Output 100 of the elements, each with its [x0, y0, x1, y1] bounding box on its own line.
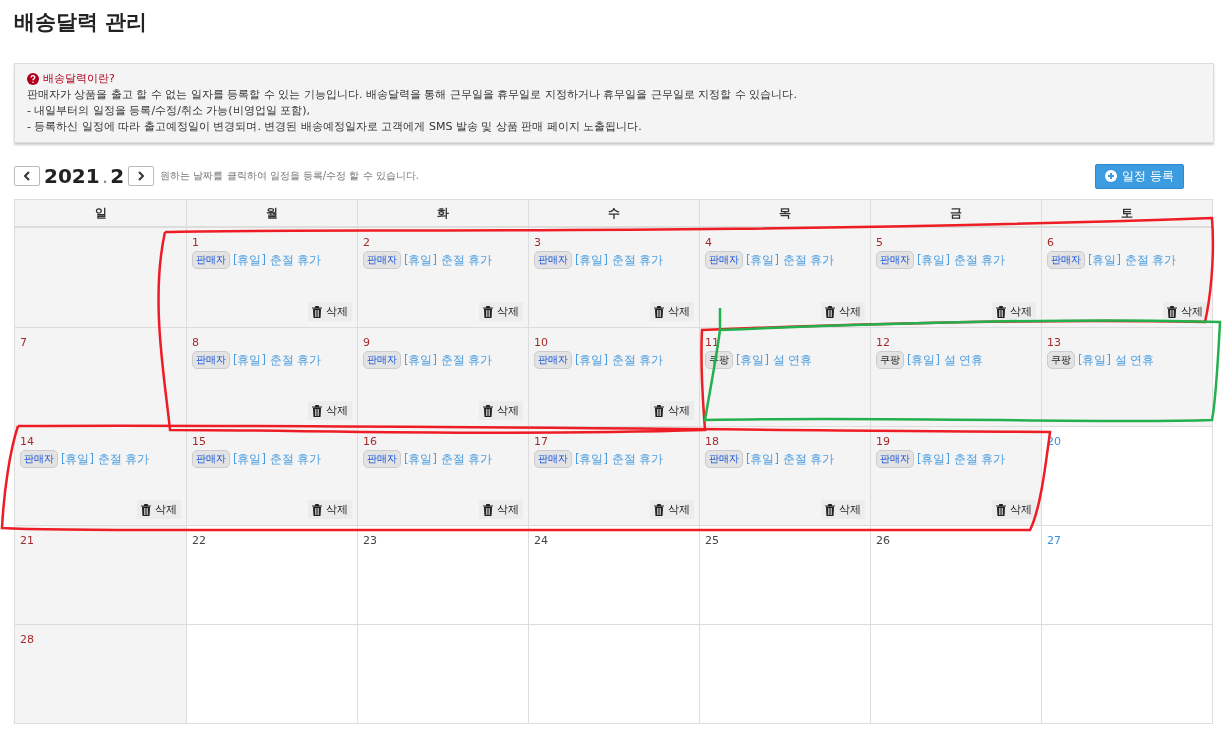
source-tag: 판매자: [534, 351, 572, 369]
weekday-header: 토: [1041, 200, 1212, 226]
day-cell[interactable]: 17 판매자 [휴일] 춘절 휴가 삭제: [528, 426, 699, 525]
day-cell[interactable]: 5 판매자 [휴일] 춘절 휴가 삭제: [870, 228, 1041, 327]
day-cell[interactable]: 12 쿠팡 [휴일] 설 연휴: [870, 327, 1041, 426]
weekday-header: 수: [528, 200, 699, 226]
day-cell[interactable]: 19 판매자 [휴일] 춘절 휴가 삭제: [870, 426, 1041, 525]
day-number: 21: [20, 534, 34, 547]
day-number: 5: [876, 236, 883, 249]
delete-button[interactable]: 삭제: [650, 302, 694, 321]
day-cell[interactable]: [1041, 624, 1212, 723]
source-tag: 판매자: [876, 450, 914, 468]
day-number: 24: [534, 534, 548, 547]
day-number: 28: [20, 633, 34, 646]
trash-icon: [312, 404, 322, 417]
delete-button[interactable]: 삭제: [479, 302, 523, 321]
day-cell[interactable]: [357, 624, 528, 723]
day-cell[interactable]: [186, 624, 357, 723]
delete-button[interactable]: 삭제: [308, 302, 352, 321]
day-number: 12: [876, 336, 890, 349]
trash-icon: [483, 404, 493, 417]
day-cell[interactable]: 26: [870, 525, 1041, 624]
day-cell[interactable]: 13 쿠팡 [휴일] 설 연휴: [1041, 327, 1212, 426]
source-tag: 판매자: [363, 251, 401, 269]
trash-icon: [312, 503, 322, 516]
day-number: 3: [534, 236, 541, 249]
day-cell[interactable]: 21: [15, 525, 186, 624]
day-number: 4: [705, 236, 712, 249]
day-number: 18: [705, 435, 719, 448]
trash-icon: [141, 503, 151, 516]
source-tag: 판매자: [534, 251, 572, 269]
delete-button[interactable]: 삭제: [308, 500, 352, 519]
info-text: - 등록하신 일정에 따라 출고예정일이 변경되며. 변경된 배송예정일자로 고객에게 SMS 발송 및 상품 판매 페이지 노출됩니다.: [27, 119, 643, 135]
trash-icon: [654, 305, 664, 318]
day-cell[interactable]: 1 판매자 [휴일] 춘절 휴가 삭제: [186, 228, 357, 327]
day-number: 26: [876, 534, 890, 547]
day-cell[interactable]: 3 판매자 [휴일] 춘절 휴가 삭제: [528, 228, 699, 327]
day-cell[interactable]: [528, 624, 699, 723]
trash-icon: [483, 503, 493, 516]
day-cell[interactable]: 7: [15, 327, 186, 426]
source-tag: 판매자: [192, 450, 230, 468]
month-label: 2021.2: [44, 164, 125, 188]
source-tag: 판매자: [363, 351, 401, 369]
day-cell[interactable]: 28: [15, 624, 186, 723]
day-number: 11: [705, 336, 719, 349]
source-tag: 판매자: [363, 450, 401, 468]
day-number: 14: [20, 435, 34, 448]
delete-button[interactable]: 삭제: [308, 401, 352, 420]
day-number: 23: [363, 534, 377, 547]
delete-button[interactable]: 삭제: [479, 500, 523, 519]
source-tag: 판매자: [1047, 251, 1085, 269]
plus-icon: [1105, 170, 1118, 182]
delete-button[interactable]: 삭제: [479, 401, 523, 420]
day-cell[interactable]: 24: [528, 525, 699, 624]
delete-button[interactable]: 삭제: [821, 500, 865, 519]
info-text: - 내일부터의 일정을 등록/수정/취소 가능(비영업일 포함),: [27, 103, 311, 119]
day-number: 8: [192, 336, 199, 349]
day-cell[interactable]: 22: [186, 525, 357, 624]
trash-icon: [1167, 305, 1177, 318]
day-cell[interactable]: 25: [699, 525, 870, 624]
chevron-right-icon: [136, 171, 147, 181]
delete-button[interactable]: 삭제: [650, 401, 694, 420]
day-cell[interactable]: [870, 624, 1041, 723]
day-cell[interactable]: 8 판매자 [휴일] 춘절 휴가 삭제: [186, 327, 357, 426]
source-tag: 판매자: [534, 450, 572, 468]
day-cell[interactable]: [15, 228, 186, 327]
day-cell[interactable]: 6 판매자 [휴일] 춘절 휴가 삭제: [1041, 228, 1212, 327]
weekday-header: 목: [699, 200, 870, 226]
delete-button[interactable]: 삭제: [650, 500, 694, 519]
delete-button[interactable]: 삭제: [137, 500, 181, 519]
day-cell[interactable]: [699, 624, 870, 723]
trash-icon: [312, 305, 322, 318]
day-cell[interactable]: 4 판매자 [휴일] 춘절 휴가 삭제: [699, 228, 870, 327]
source-tag: 쿠팡: [876, 351, 904, 369]
next-month-button[interactable]: [128, 166, 155, 186]
day-cell[interactable]: 2 판매자 [휴일] 춘절 휴가 삭제: [357, 228, 528, 327]
day-cell[interactable]: 23: [357, 525, 528, 624]
source-tag: 판매자: [192, 251, 230, 269]
day-cell[interactable]: 15 판매자 [휴일] 춘절 휴가 삭제: [186, 426, 357, 525]
previous-month-button[interactable]: [14, 166, 40, 186]
weekday-header: 금: [870, 200, 1041, 226]
day-cell[interactable]: 18 판매자 [휴일] 춘절 휴가 삭제: [699, 426, 870, 525]
day-cell[interactable]: 10 판매자 [휴일] 춘절 휴가 삭제: [528, 327, 699, 426]
day-cell[interactable]: 9 판매자 [휴일] 춘절 휴가 삭제: [357, 327, 528, 426]
day-cell[interactable]: 14 판매자 [휴일] 춘절 휴가 삭제: [15, 426, 186, 525]
source-tag: 판매자: [20, 450, 58, 468]
day-number: 27: [1047, 534, 1061, 547]
source-tag: 판매자: [192, 351, 230, 369]
chevron-left-icon: [22, 171, 32, 181]
day-number: 10: [534, 336, 548, 349]
day-number: 22: [192, 534, 206, 547]
day-cell[interactable]: 16 판매자 [휴일] 춘절 휴가 삭제: [357, 426, 528, 525]
day-number: 7: [20, 336, 27, 349]
delete-button[interactable]: 삭제: [992, 500, 1036, 519]
trash-icon: [825, 503, 835, 516]
day-number: 25: [705, 534, 719, 547]
delete-button[interactable]: 삭제: [821, 302, 865, 321]
hint-text: 원하는 날짜를 클릭하여 일정을 등록/수정 할 수 있습니다.: [160, 169, 419, 183]
page-title: 배송달력 관리: [13, 9, 149, 36]
day-number: 19: [876, 435, 890, 448]
